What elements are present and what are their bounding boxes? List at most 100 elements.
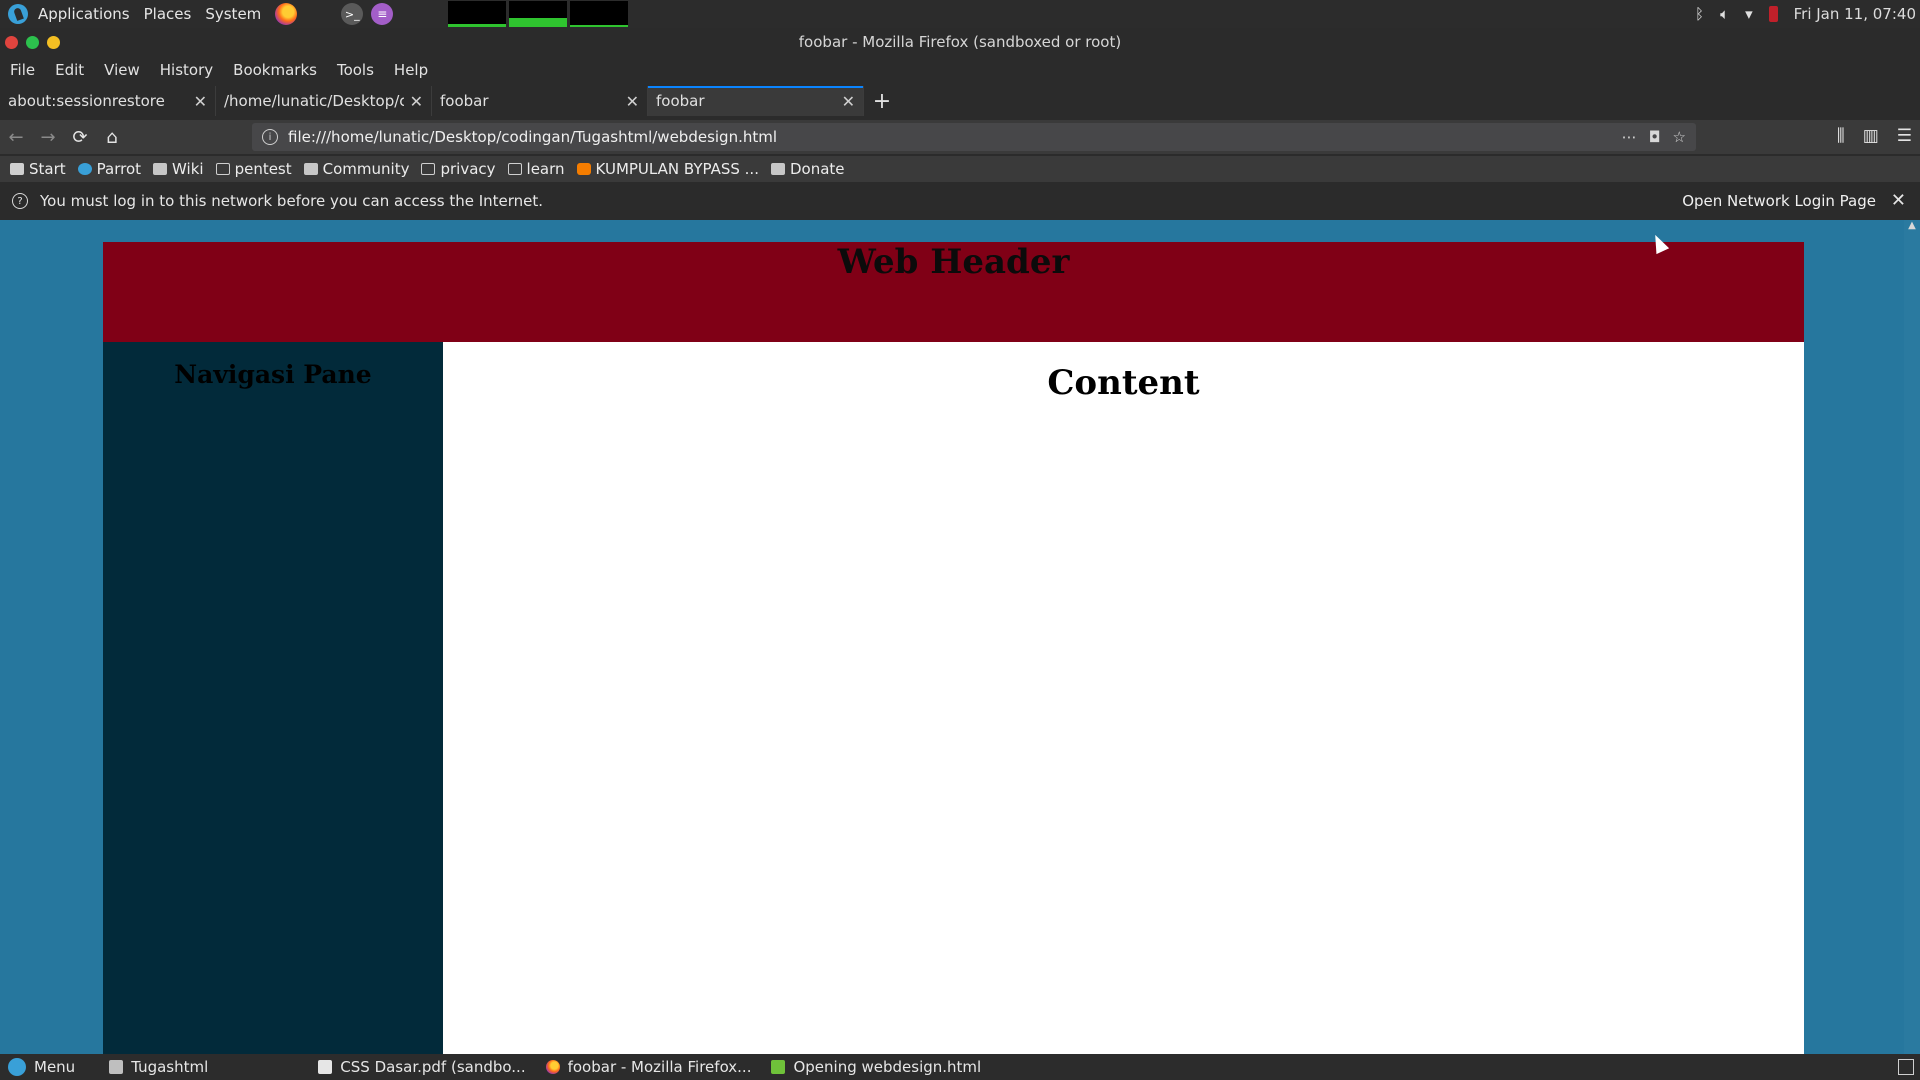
community-icon	[303, 163, 318, 175]
web-header: Web Header	[103, 242, 1804, 342]
window-title: foobar - Mozilla Firefox (sandboxed or r…	[798, 33, 1122, 51]
url-bar[interactable]: i file:///home/lunatic/Desktop/codingan/…	[252, 123, 1696, 151]
show-desktop-icon[interactable]	[1898, 1059, 1914, 1075]
bookmark-community[interactable]: Community	[303, 160, 409, 178]
bookmark-parrot[interactable]: Parrot	[77, 160, 141, 178]
library-icon[interactable]: ⫼	[1837, 126, 1845, 146]
tab-label: foobar	[440, 92, 489, 110]
firefox-launcher-icon[interactable]	[275, 3, 298, 25]
system-menu[interactable]: System	[201, 5, 271, 23]
donate-icon	[770, 163, 785, 175]
document-icon	[771, 1060, 786, 1074]
wifi-icon[interactable]: ▾	[1745, 5, 1753, 23]
tab-label: /home/lunatic/Desktop/codi	[224, 92, 404, 110]
close-window-button[interactable]	[5, 35, 18, 49]
bookmark-donate[interactable]: Donate	[770, 160, 845, 178]
web-header-title: Web Header	[837, 242, 1070, 282]
notification-message: You must log in to this network before y…	[40, 192, 544, 210]
start-icon	[10, 163, 24, 175]
bookmark-star-icon[interactable]: ☆	[1673, 128, 1686, 146]
reload-icon[interactable]: ⟳	[64, 127, 96, 148]
terminal-launcher-icon[interactable]: >_	[341, 3, 364, 25]
home-icon[interactable]: ⌂	[96, 127, 128, 148]
cpu-graph	[448, 1, 506, 27]
scroll-up-icon[interactable]: ▲	[1904, 220, 1920, 231]
captive-portal-notification: ? You must log in to this network before…	[0, 186, 1920, 216]
url-text[interactable]: file:///home/lunatic/Desktop/codingan/Tu…	[288, 128, 1622, 146]
taskbar-item-tugashtml[interactable]: Tugashtml	[101, 1058, 208, 1076]
blogger-icon	[576, 163, 591, 175]
menu-history[interactable]: History	[150, 61, 223, 79]
maximize-window-button[interactable]	[26, 35, 39, 49]
vertical-scrollbar[interactable]: ▲	[1904, 220, 1920, 1054]
bluetooth-icon[interactable]: ᛒ	[1695, 5, 1704, 23]
folder-icon	[507, 163, 522, 175]
close-tab-icon[interactable]: ✕	[410, 92, 423, 111]
navigation-pane: Navigasi Pane	[103, 342, 443, 1054]
pdf-icon	[318, 1060, 333, 1074]
tab-foobar-active[interactable]: foobar ✕	[648, 86, 864, 116]
bookmark-kumpulan-bypass[interactable]: KUMPULAN BYPASS ...	[576, 160, 759, 178]
places-menu[interactable]: Places	[140, 5, 202, 23]
parrot-logo-icon[interactable]	[8, 4, 28, 24]
taskbar-item-css-dasar[interactable]: CSS Dasar.pdf (sandbo...	[310, 1058, 526, 1076]
bookmark-folder-privacy[interactable]: privacy	[421, 160, 496, 178]
hamburger-menu-icon[interactable]: ☰	[1897, 126, 1912, 146]
menu-edit[interactable]: Edit	[45, 61, 94, 79]
menu-bookmarks[interactable]: Bookmarks	[223, 61, 327, 79]
bookmarks-toolbar: Start Parrot Wiki pentest Community priv…	[0, 156, 1920, 182]
close-tab-icon[interactable]: ✕	[842, 92, 855, 111]
bookmark-start[interactable]: Start	[10, 160, 66, 178]
content-title: Content	[1047, 363, 1200, 403]
open-login-page-button[interactable]: Open Network Login Page	[1682, 192, 1876, 210]
bookmark-folder-learn[interactable]: learn	[507, 160, 565, 178]
system-monitor	[448, 1, 628, 27]
content-pane: Content	[443, 342, 1804, 1054]
bookmark-folder-pentest[interactable]: pentest	[215, 160, 292, 178]
battery-icon[interactable]	[1768, 6, 1778, 22]
taskbar-item-firefox[interactable]: foobar - Mozilla Firefox...	[538, 1058, 751, 1076]
folder-icon	[215, 163, 230, 175]
menubar: File Edit View History Bookmarks Tools H…	[0, 56, 1920, 84]
sidebar-icon[interactable]: ▥	[1863, 126, 1879, 146]
folder-icon	[421, 163, 436, 175]
close-tab-icon[interactable]: ✕	[626, 92, 639, 111]
system-panel: Applications Places System >_ ≡ ᛒ 🔈︎ ▾ F…	[0, 0, 1920, 28]
site-info-icon[interactable]: i	[262, 129, 278, 145]
close-tab-icon[interactable]: ✕	[194, 92, 207, 111]
back-arrow-icon[interactable]: ←	[0, 127, 32, 148]
window-titlebar: foobar - Mozilla Firefox (sandboxed or r…	[0, 28, 1920, 56]
tab-label: foobar	[656, 92, 705, 110]
new-tab-button[interactable]: +	[864, 86, 900, 116]
network-graph	[570, 1, 628, 27]
menu-help[interactable]: Help	[384, 61, 438, 79]
notes-launcher-icon[interactable]: ≡	[371, 3, 394, 25]
folder-icon	[109, 1060, 124, 1074]
tab-strip: about:sessionrestore ✕ /home/lunatic/Des…	[0, 86, 1920, 116]
taskbar-menu-button[interactable]: Menu	[0, 1058, 75, 1076]
tab-sessionrestore[interactable]: about:sessionrestore ✕	[0, 86, 216, 116]
parrot-icon	[77, 163, 92, 175]
firefox-icon	[545, 1060, 560, 1074]
minimize-window-button[interactable]	[47, 35, 60, 49]
question-icon: ?	[12, 193, 28, 209]
parrot-icon	[8, 1058, 26, 1076]
taskbar-item-opening[interactable]: Opening webdesign.html	[763, 1058, 981, 1076]
system-tray: ᛒ 🔈︎ ▾ Fri Jan 11, 07:40	[1695, 0, 1920, 28]
menu-tools[interactable]: Tools	[327, 61, 384, 79]
volume-icon[interactable]: 🔈︎	[1720, 5, 1729, 23]
tab-foobar[interactable]: foobar ✕	[432, 86, 648, 116]
applications-menu[interactable]: Applications	[34, 5, 140, 23]
navigation-pane-title: Navigasi Pane	[174, 360, 372, 389]
page-actions-icon[interactable]: ⋯	[1622, 128, 1637, 146]
menu-file[interactable]: File	[0, 61, 45, 79]
close-notification-icon[interactable]: ✕	[1891, 190, 1906, 211]
page-wrapper: Web Header Navigasi Pane Content	[103, 242, 1804, 1054]
page-viewport: Web Header Navigasi Pane Content	[0, 220, 1904, 1054]
pocket-icon[interactable]: ◘	[1649, 128, 1661, 146]
tab-file-path[interactable]: /home/lunatic/Desktop/codi ✕	[216, 86, 432, 116]
clock[interactable]: Fri Jan 11, 07:40	[1794, 5, 1916, 23]
forward-arrow-icon[interactable]: →	[32, 127, 64, 148]
menu-view[interactable]: View	[94, 61, 150, 79]
bookmark-wiki[interactable]: Wiki	[153, 160, 204, 178]
